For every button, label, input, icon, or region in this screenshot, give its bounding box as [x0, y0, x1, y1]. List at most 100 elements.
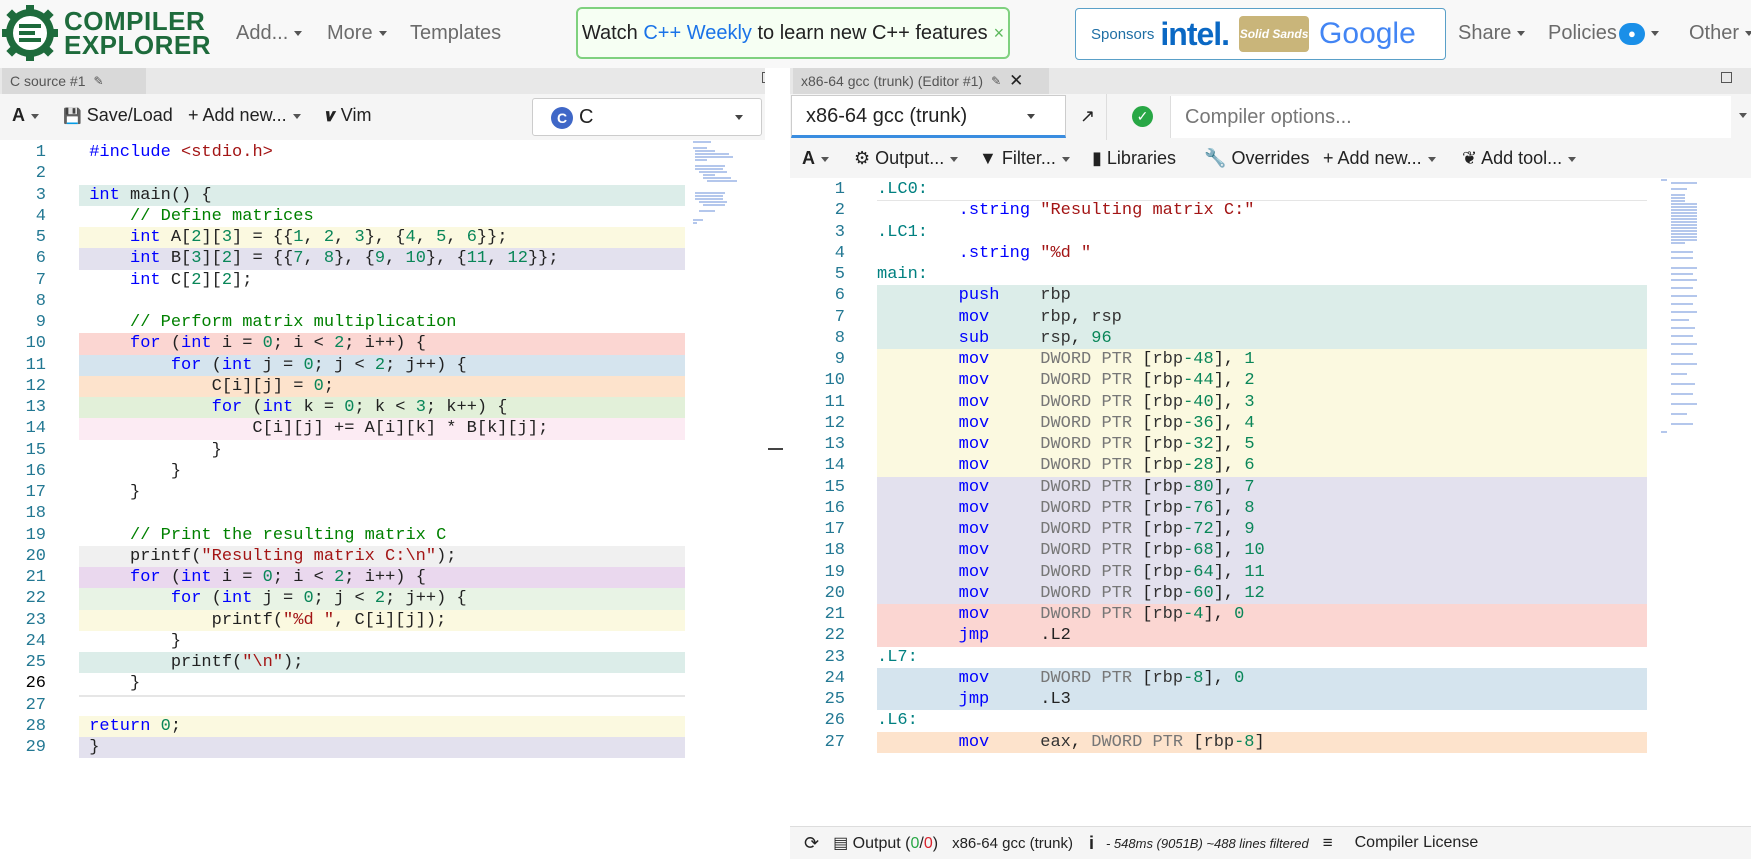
asm-code-line[interactable]: mov rbp, rsp: [877, 306, 1647, 328]
asm-minimap[interactable]: [1657, 178, 1747, 468]
editor-code-line[interactable]: printf("Resulting matrix C:\n");: [79, 545, 685, 567]
asm-code-line[interactable]: main:: [877, 264, 1647, 285]
vim-toggle-button[interactable]: 𝒗 Vim: [326, 105, 371, 126]
tab-compiler[interactable]: x86-64 gcc (trunk) (Editor #1) ✎ ✕: [793, 68, 1049, 94]
sponsors-banner[interactable]: Sponsors intel. Solid Sands Google: [1075, 8, 1446, 60]
filter-button[interactable]: ▼ Filter...: [979, 148, 1070, 169]
editor-code-line[interactable]: }: [79, 737, 685, 759]
asm-code-line[interactable]: mov DWORD PTR [rbp-60], 12: [877, 582, 1647, 604]
asm-code-line[interactable]: mov DWORD PTR [rbp-36], 4: [877, 412, 1647, 434]
add-menu[interactable]: Add...: [236, 22, 303, 45]
editor-code-line[interactable]: }: [79, 440, 685, 461]
editor-code-line[interactable]: }: [79, 631, 685, 652]
asm-code-line[interactable]: .L7:: [877, 647, 1647, 668]
editor-code-line[interactable]: int B[3][2] = {{7, 8}, {9, 10}, {11, 12}…: [79, 248, 685, 270]
language-select[interactable]: C C: [532, 98, 762, 136]
editor-code-line[interactable]: for (int i = 0; i < 2; i++) {: [79, 333, 685, 355]
editor-code-line[interactable]: int C[2][2];: [79, 270, 685, 291]
asm-code-line[interactable]: .LC0:: [877, 179, 1647, 202]
compiler-select[interactable]: x86-64 gcc (trunk): [791, 95, 1066, 138]
editor-code-line[interactable]: // Define matrices: [79, 206, 685, 227]
add-new-compiler-button[interactable]: + Add new...: [1323, 148, 1436, 169]
templates-link[interactable]: Templates: [410, 22, 501, 45]
editor-code-line[interactable]: int main() {: [79, 184, 685, 206]
editor-code-line[interactable]: for (int j = 0; j < 2; j++) {: [79, 354, 685, 376]
asm-code-line[interactable]: mov DWORD PTR [rbp-8], 0: [877, 667, 1647, 689]
asm-code-line[interactable]: .L6:: [877, 710, 1647, 731]
editor-code-line[interactable]: C[i][j] = 0;: [79, 375, 685, 397]
asm-code-line[interactable]: mov DWORD PTR [rbp-72], 9: [877, 519, 1647, 541]
editor-code-line[interactable]: printf("%d ", C[i][j]);: [79, 609, 685, 631]
editor-code-line[interactable]: for (int j = 0; j < 2; j++) {: [79, 588, 685, 610]
save-load-button[interactable]: 💾 Save/Load: [63, 105, 173, 126]
compiler-options-caret-icon[interactable]: [1739, 113, 1747, 118]
pencil-icon[interactable]: ✎: [93, 74, 103, 88]
asm-code-line[interactable]: push rbp: [877, 285, 1647, 307]
asm-code-line[interactable]: mov DWORD PTR [rbp-64], 11: [877, 561, 1647, 583]
asm-code-line[interactable]: .LC1:: [877, 222, 1647, 243]
asm-code-line[interactable]: mov DWORD PTR [rbp-44], 2: [877, 370, 1647, 392]
editor-minimap[interactable]: [685, 140, 765, 230]
asm-code-line[interactable]: .string "%d ": [877, 243, 1647, 264]
asm-code-line[interactable]: sub rsp, 96: [877, 327, 1647, 349]
editor-code-line[interactable]: for (int i = 0; i < 2; i++) {: [79, 567, 685, 589]
asm-code-line[interactable]: mov eax, DWORD PTR [rbp-8]: [877, 731, 1647, 753]
splitter-handle[interactable]: [768, 448, 783, 450]
editor-code-line[interactable]: }: [79, 482, 685, 503]
sponsor-google-logo[interactable]: Google: [1319, 17, 1416, 51]
font-size-button[interactable]: A: [12, 105, 39, 126]
recompile-icon[interactable]: ⟳: [804, 833, 819, 854]
policies-menu[interactable]: Policies ●: [1548, 22, 1659, 45]
assembly-output[interactable]: 1 .LC0: 2 .string "Resulting matrix C:" 3 .L…: [790, 178, 1751, 826]
asm-code-line[interactable]: jmp .L2: [877, 625, 1647, 647]
tab-c-source[interactable]: C source #1 ✎: [2, 68, 146, 94]
output-options-button[interactable]: ⚙ Output...: [854, 148, 959, 169]
other-menu[interactable]: Other: [1689, 22, 1751, 45]
compiler-explorer-logo[interactable]: COMPILER EXPLORER: [2, 5, 211, 61]
sponsor-solid-sands-logo[interactable]: Solid Sands: [1239, 16, 1310, 52]
editor-code-line[interactable]: printf("\n");: [79, 652, 685, 674]
editor-code-line[interactable]: int A[2][3] = {{1, 2, 3}, {4, 5, 6}};: [79, 227, 685, 249]
output-pane-button[interactable]: ▤ Output (0/0): [833, 833, 938, 853]
overrides-button[interactable]: 🔧 Overrides: [1204, 148, 1309, 169]
asm-code-line[interactable]: mov DWORD PTR [rbp-80], 7: [877, 476, 1647, 498]
maximize-compiler-icon[interactable]: [1721, 72, 1732, 83]
motd-close-icon[interactable]: ×: [994, 23, 1005, 44]
more-menu[interactable]: More: [327, 22, 387, 45]
code-editor[interactable]: 1 #include <stdio.h> 2 3 int main() {4 //…: [0, 140, 765, 858]
editor-code-line[interactable]: }: [79, 673, 685, 697]
compiler-options-input[interactable]: Compiler options...: [1170, 96, 1731, 138]
editor-code-line[interactable]: // Print the resulting matrix C: [79, 525, 685, 546]
add-tool-button[interactable]: ❦ Add tool...: [1462, 148, 1577, 169]
add-new-editor-button[interactable]: + Add new...: [188, 105, 301, 126]
compiler-tab-pencil-icon[interactable]: ✎: [991, 74, 1001, 88]
asm-code-line[interactable]: mov DWORD PTR [rbp-68], 10: [877, 540, 1647, 562]
sponsor-intel-logo[interactable]: intel.: [1160, 16, 1230, 53]
editor-code-line[interactable]: C[i][j] += A[i][k] * B[k][j];: [79, 418, 685, 440]
info-icon[interactable]: i: [1089, 833, 1094, 854]
editor-code-line[interactable]: [79, 503, 685, 524]
asm-code-line[interactable]: mov DWORD PTR [rbp-32], 5: [877, 434, 1647, 456]
chart-icon[interactable]: ≡: [1323, 833, 1333, 853]
asm-code-line[interactable]: mov DWORD PTR [rbp-76], 8: [877, 497, 1647, 519]
editor-code-line[interactable]: [79, 695, 685, 716]
compiler-tab-close-icon[interactable]: ✕: [1009, 71, 1023, 91]
editor-code-line[interactable]: [79, 291, 685, 312]
editor-code-line[interactable]: for (int k = 0; k < 3; k++) {: [79, 397, 685, 419]
asm-code-line[interactable]: .string "Resulting matrix C:": [877, 200, 1647, 221]
editor-code-line[interactable]: [79, 163, 685, 184]
asm-code-line[interactable]: mov DWORD PTR [rbp-40], 3: [877, 391, 1647, 413]
libraries-button[interactable]: ▮ Libraries: [1092, 148, 1176, 169]
editor-code-line[interactable]: return 0;: [79, 715, 685, 737]
pane-splitter[interactable]: [765, 68, 790, 858]
editor-code-line[interactable]: }: [79, 461, 685, 482]
editor-code-line[interactable]: #include <stdio.h>: [79, 142, 685, 163]
popout-compiler-icon[interactable]: ↗: [1080, 106, 1095, 127]
compiler-font-size-button[interactable]: A: [802, 148, 829, 169]
editor-code-line[interactable]: // Perform matrix multiplication: [79, 312, 685, 333]
motd-link[interactable]: C++ Weekly: [643, 22, 752, 45]
asm-code-line[interactable]: mov DWORD PTR [rbp-28], 6: [877, 455, 1647, 477]
compiler-license-link[interactable]: Compiler License: [1355, 834, 1479, 852]
share-menu[interactable]: Share: [1458, 22, 1526, 45]
asm-code-line[interactable]: mov DWORD PTR [rbp-4], 0: [877, 604, 1647, 626]
